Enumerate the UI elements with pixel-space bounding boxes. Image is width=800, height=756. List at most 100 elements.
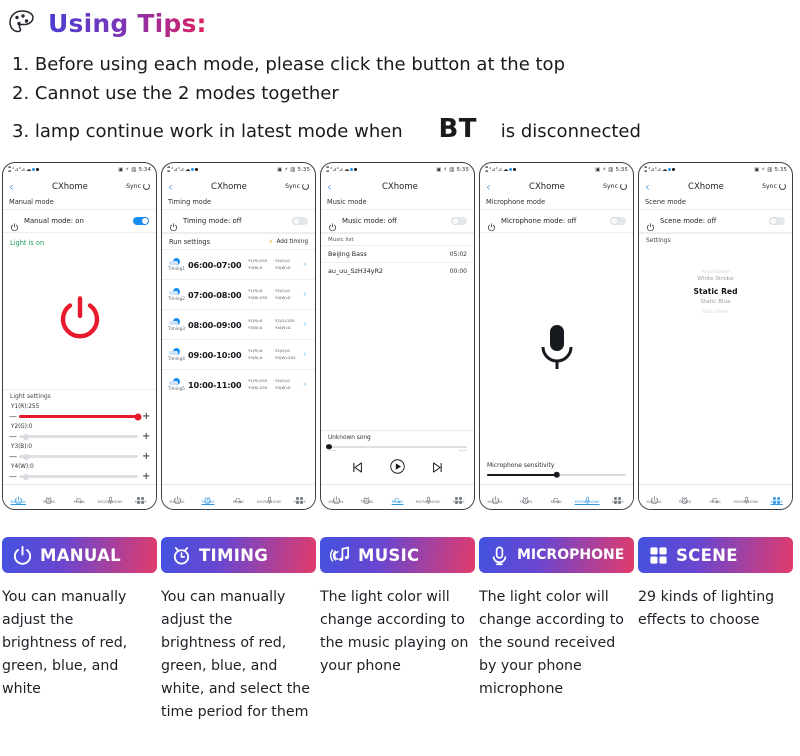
list-item[interactable]: au_uu_SzH34yR2 00:00 [321, 262, 474, 279]
timing-mode-switch[interactable] [292, 216, 308, 226]
chevron-right-icon[interactable]: › [300, 379, 310, 390]
play-icon[interactable] [389, 458, 406, 479]
back-icon[interactable]: ‹ [645, 181, 650, 193]
app-title: CXhome [688, 181, 724, 192]
banner-music[interactable]: MUSIC [320, 537, 475, 573]
music-mode-switch[interactable] [451, 216, 467, 226]
tab-microphone[interactable]: MICROPHONE [95, 490, 126, 504]
plus-icon-g[interactable]: + [142, 431, 150, 442]
sync-button[interactable]: Sync [762, 183, 786, 190]
back-icon[interactable]: ‹ [9, 181, 14, 193]
scene-option-selected[interactable]: Static Red [693, 285, 737, 298]
tab-microphone[interactable]: MICROPHONE [572, 490, 603, 504]
tab-music[interactable]: MUSIC [541, 490, 572, 504]
minus-icon-b[interactable]: — [9, 452, 17, 461]
slider-track-b[interactable] [19, 453, 138, 460]
manual-mode-toggle-row[interactable]: Manual mode: on [3, 209, 156, 233]
slider-row-b[interactable]: — + [9, 451, 150, 462]
bottom-tab-bar[interactable]: MANUAL TIMING MUSIC MICROPHONE SCENE [3, 484, 156, 509]
playback-progress-slider[interactable] [326, 444, 467, 450]
microphone-mode-switch[interactable] [610, 216, 626, 226]
scene-option-1[interactable]: White Strobe [697, 275, 733, 285]
microphone-mode-toggle-row[interactable]: Microphone mode: off [480, 209, 633, 233]
table-row[interactable]: Timing4 09:00-10:00 Y1(R):0 Y2(G):0 Y3(B… [162, 339, 315, 369]
scene-mode-switch[interactable] [769, 216, 785, 226]
bottom-tab-bar[interactable]: MANUAL TIMING MUSIC MICROPHONE SCENE [321, 484, 474, 509]
bottom-tab-bar[interactable]: MANUAL TIMING MUSIC MICROPHONE SCENE [480, 484, 633, 509]
scene-mode-toggle-row[interactable]: Scene mode: off [639, 209, 792, 233]
slider-group-r: Y1(R):255 — + [9, 402, 150, 422]
minus-icon-r[interactable]: — [9, 412, 17, 421]
tab-scene[interactable]: SCENE [443, 490, 474, 504]
tab-manual[interactable]: MANUAL [3, 490, 34, 505]
tab-timing[interactable]: TIMING [193, 490, 224, 504]
table-row[interactable]: Timing5 10:00-11:00 Y1(R):255 Y2(G):0 Y3… [162, 369, 315, 399]
minus-icon-w[interactable]: — [9, 472, 17, 481]
tab-music[interactable]: MUSIC [64, 490, 95, 504]
scene-option-0[interactable]: Purple Strobe [701, 268, 729, 275]
slider-track-w[interactable] [19, 473, 138, 480]
slider-track-r[interactable] [19, 413, 142, 420]
tab-scene[interactable]: SCENE [761, 490, 792, 504]
tab-music[interactable]: MUSIC [700, 490, 731, 504]
slider-row-g[interactable]: — + [9, 431, 150, 442]
tab-timing[interactable]: TIMING [511, 490, 542, 504]
timing-values: Y1(R):0 Y2(G):0 Y3(B):0 Y4(W):255 [248, 348, 300, 360]
tab-timing[interactable]: TIMING [670, 490, 701, 504]
tab-manual[interactable]: MANUAL [321, 490, 352, 505]
slider-track-g[interactable] [19, 433, 138, 440]
list-item[interactable]: Beijing Bass 05:02 [321, 245, 474, 262]
power-button-area[interactable] [3, 247, 156, 389]
chevron-right-icon[interactable]: › [300, 259, 310, 270]
back-icon[interactable]: ‹ [327, 181, 332, 193]
sync-button[interactable]: Sync [285, 183, 309, 190]
plus-icon-b[interactable]: + [142, 451, 150, 462]
banner-microphone[interactable]: MICROPHONE [479, 537, 634, 573]
tab-manual[interactable]: MANUAL [162, 490, 193, 505]
tab-music[interactable]: MUSIC [223, 490, 254, 504]
tab-microphone[interactable]: MICROPHONE [731, 490, 762, 504]
manual-mode-switch[interactable] [133, 216, 149, 226]
tab-microphone[interactable]: MICROPHONE [254, 490, 285, 504]
next-track-icon[interactable] [431, 459, 444, 478]
tab-timing[interactable]: TIMING [352, 490, 383, 504]
chevron-right-icon[interactable]: › [300, 289, 310, 300]
big-power-icon[interactable] [57, 295, 103, 341]
plus-icon-w[interactable]: + [142, 471, 150, 482]
banner-timing[interactable]: TIMING [161, 537, 316, 573]
music-mode-toggle-row[interactable]: Music mode: off [321, 209, 474, 233]
plus-icon-r[interactable]: + [142, 411, 150, 422]
tab-music[interactable]: MUSIC [382, 490, 413, 504]
grid-icon [454, 490, 463, 504]
sync-button[interactable]: Sync [603, 183, 627, 190]
back-icon[interactable]: ‹ [168, 181, 173, 193]
sensitivity-slider[interactable] [487, 471, 626, 479]
minus-icon-g[interactable]: — [9, 432, 17, 441]
bottom-tab-bar[interactable]: MANUAL TIMING MUSIC MICROPHONE SCENE [162, 484, 315, 509]
banner-manual[interactable]: MANUAL [2, 537, 157, 573]
scene-option-3[interactable]: Static Blue [700, 298, 730, 308]
tab-microphone[interactable]: MICROPHONE [413, 490, 444, 504]
tab-timing[interactable]: TIMING [34, 490, 65, 504]
table-row[interactable]: Timing2 07:00-08:00 Y1(R):0 Y2(G):0 Y3(B… [162, 279, 315, 309]
previous-track-icon[interactable] [351, 459, 364, 478]
tab-scene[interactable]: SCENE [284, 490, 315, 504]
slider-row-r[interactable]: — + [9, 411, 150, 422]
chevron-right-icon[interactable]: › [300, 349, 310, 360]
tab-manual[interactable]: MANUAL [639, 490, 670, 505]
chevron-right-icon[interactable]: › [300, 319, 310, 330]
tab-scene[interactable]: SCENE [125, 490, 156, 504]
sync-button[interactable]: Sync [126, 183, 150, 190]
bottom-tab-bar[interactable]: MANUAL TIMING MUSIC MICROPHONE SCENE [639, 484, 792, 509]
timing-mode-toggle-row[interactable]: Timing mode: off [162, 209, 315, 233]
table-row[interactable]: Timing1 06:00-07:00 Y1(R):255 Y2(G):0 Y3… [162, 249, 315, 279]
slider-row-w[interactable]: — + [9, 471, 150, 482]
table-row[interactable]: Timing3 08:00-09:00 Y1(R):0 Y2(G):255 Y3… [162, 309, 315, 339]
tab-scene[interactable]: SCENE [602, 490, 633, 504]
add-timing-button[interactable]: ⚡ Add timing [269, 238, 308, 246]
scene-picker-wheel[interactable]: Purple Strobe White Strobe Static Red St… [639, 246, 792, 484]
tab-manual[interactable]: MANUAL [480, 490, 511, 505]
banner-scene[interactable]: SCENE [638, 537, 793, 573]
back-icon[interactable]: ‹ [486, 181, 491, 193]
scene-option-4[interactable]: Static Green [703, 308, 729, 315]
